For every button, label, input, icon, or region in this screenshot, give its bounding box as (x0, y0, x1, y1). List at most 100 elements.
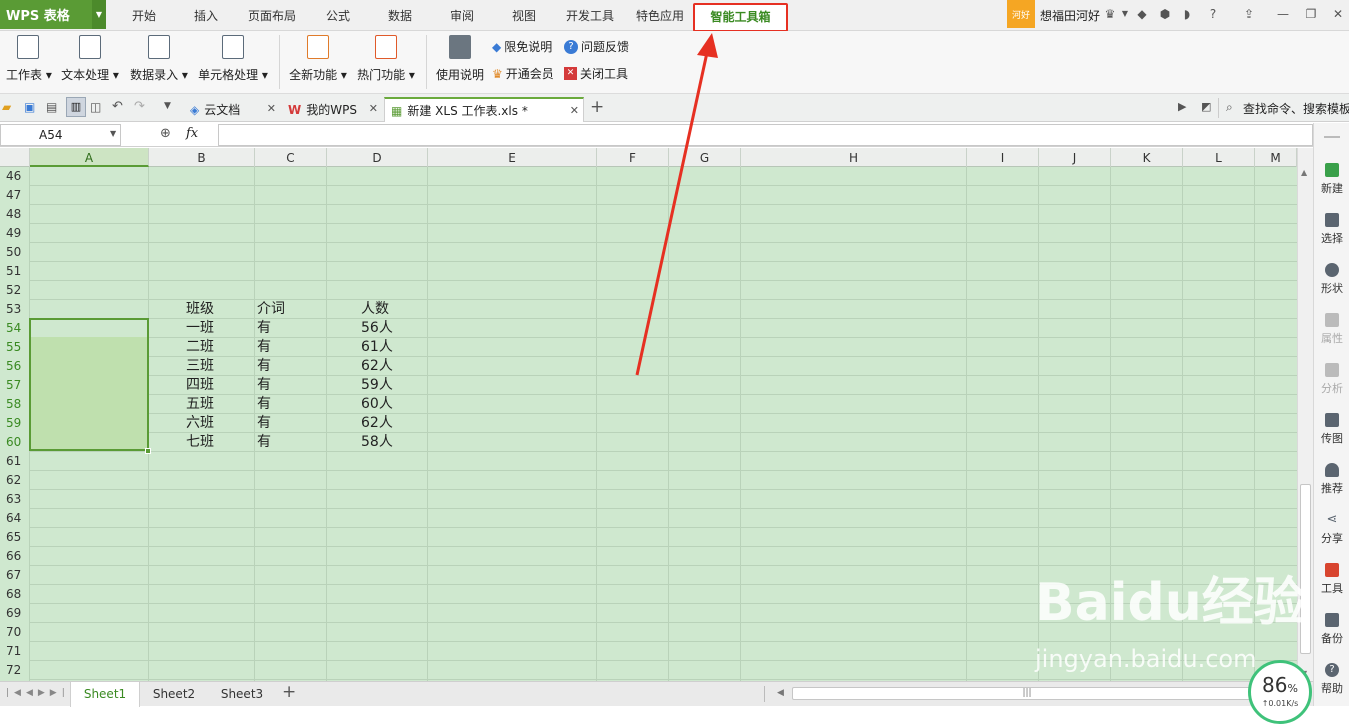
save-icon[interactable]: ▣ (24, 100, 35, 114)
horizontal-scrollbar[interactable]: ||| (792, 687, 1262, 700)
column-header-b[interactable]: B (149, 148, 255, 167)
doc-tab-mywps[interactable]: W 我的WPS ✕ (282, 97, 382, 122)
column-header-k[interactable]: K (1111, 148, 1183, 167)
active-cell[interactable] (31, 320, 147, 337)
share-icon[interactable]: ◗ (1180, 7, 1194, 21)
row-header[interactable]: 50 (0, 243, 29, 262)
sidebar-item-help[interactable]: ? 帮助 (1314, 663, 1349, 696)
row-header[interactable]: 66 (0, 547, 29, 566)
column-header-j[interactable]: J (1039, 148, 1111, 167)
table-cell[interactable]: 有 (257, 376, 271, 395)
column-header-g[interactable]: G (669, 148, 741, 167)
table-cell[interactable]: 有 (257, 433, 271, 452)
table-cell[interactable]: 有 (257, 395, 271, 414)
row-header[interactable]: 59 (0, 414, 29, 433)
fill-handle[interactable] (145, 448, 151, 454)
add-sheet-icon[interactable]: + (282, 682, 296, 702)
minimize-icon[interactable]: — (1276, 7, 1290, 21)
row-header[interactable]: 65 (0, 528, 29, 547)
table-header-cell[interactable]: 人数 (361, 300, 389, 319)
settings-icon[interactable]: ⬢ (1158, 7, 1172, 21)
row-header[interactable]: 54 (0, 319, 29, 338)
chevron-down-icon[interactable]: ▼ (110, 129, 116, 138)
name-box[interactable]: A54 (0, 124, 121, 146)
app-menu-button[interactable]: WPS 表格 ▼ (0, 0, 106, 29)
limit-free-link[interactable]: ◆ 限免说明 (492, 38, 552, 55)
data-entry-button[interactable]: 数据录入 ▾ (129, 35, 189, 83)
doc-tab-cloud[interactable]: ◈ 云文档 ✕ (184, 97, 280, 122)
new-tab-icon[interactable]: + (590, 97, 604, 117)
sidebar-item-properties[interactable]: 属性 (1314, 313, 1349, 346)
sidebar-item-backup[interactable]: 备份 (1314, 613, 1349, 646)
member-link[interactable]: ♛ 开通会员 (492, 65, 554, 82)
column-header-m[interactable]: M (1255, 148, 1297, 167)
tab-developer[interactable]: 开发工具 (560, 0, 620, 30)
tab-start[interactable]: 开始 (122, 0, 166, 30)
row-header[interactable]: 52 (0, 281, 29, 300)
row-header[interactable]: 46 (0, 167, 29, 186)
table-cell[interactable]: 有 (257, 338, 271, 357)
table-cell[interactable]: 62人 (361, 357, 393, 376)
chevron-down-icon[interactable]: ▼ (164, 101, 171, 111)
chevron-down-icon[interactable]: ▼ (92, 0, 106, 29)
sidebar-item-analyze[interactable]: 分析 (1314, 363, 1349, 396)
formula-input[interactable] (218, 124, 1313, 146)
user-name[interactable]: 想福田河好 (1040, 7, 1100, 24)
column-header-e[interactable]: E (428, 148, 597, 167)
row-header[interactable]: 49 (0, 224, 29, 243)
pin-icon[interactable]: ◩ (1201, 100, 1211, 113)
sheet-tab-2[interactable]: Sheet2 (140, 682, 208, 707)
column-header-l[interactable]: L (1183, 148, 1255, 167)
table-cell[interactable]: 六班 (186, 414, 214, 433)
play-icon[interactable]: ▶ (1178, 100, 1186, 113)
table-cell[interactable]: 61人 (361, 338, 393, 357)
open-folder-icon[interactable]: ▰ (2, 100, 11, 114)
worksheet-button[interactable]: 工作表 ▾ (6, 35, 52, 83)
network-speed-widget[interactable]: 86% ↑0.01K/s (1248, 660, 1312, 724)
table-cell[interactable]: 七班 (186, 433, 214, 452)
export-pdf-icon[interactable]: ▤ (46, 100, 57, 114)
sheet-nav-arrows[interactable]: |◀◀▶▶| (6, 688, 70, 698)
close-icon[interactable]: ✕ (369, 102, 378, 115)
row-header[interactable]: 61 (0, 452, 29, 471)
sidebar-item-new[interactable]: 新建 (1314, 163, 1349, 196)
zoom-search-icon[interactable]: ⊕ (160, 126, 171, 141)
table-header-cell[interactable]: 介词 (257, 300, 285, 319)
tab-data[interactable]: 数据 (378, 0, 422, 30)
close-icon[interactable]: ✕ (267, 102, 276, 115)
tab-insert[interactable]: 插入 (184, 0, 228, 30)
sidebar-handle[interactable] (1324, 136, 1340, 138)
row-header[interactable]: 53 (0, 300, 29, 319)
tab-smart-toolbox[interactable]: 智能工具箱 (693, 3, 788, 32)
table-cell[interactable]: 有 (257, 319, 271, 338)
column-header-a[interactable]: A (30, 148, 149, 167)
undo-icon[interactable]: ↶ (112, 99, 123, 114)
fx-icon[interactable]: fx (186, 126, 198, 141)
table-cell[interactable]: 59人 (361, 376, 393, 395)
close-tool-link[interactable]: ✕ 关闭工具 (564, 65, 628, 82)
row-header[interactable]: 64 (0, 509, 29, 528)
print-preview-icon[interactable]: ◫ (90, 100, 101, 114)
tab-review[interactable]: 审阅 (440, 0, 484, 30)
row-header[interactable]: 71 (0, 642, 29, 661)
print-icon[interactable]: ▥ (66, 97, 86, 117)
row-header[interactable]: 63 (0, 490, 29, 509)
sidebar-item-upload-image[interactable]: 传图 (1314, 413, 1349, 446)
feedback-link[interactable]: ? 问题反馈 (564, 38, 629, 55)
column-header-f[interactable]: F (597, 148, 669, 167)
table-cell[interactable]: 四班 (186, 376, 214, 395)
command-search-input[interactable]: 查找命令、搜索模板 (1243, 100, 1349, 117)
row-header[interactable]: 55 (0, 338, 29, 357)
sheet-tab-1[interactable]: Sheet1 (70, 682, 140, 707)
column-header-d[interactable]: D (327, 148, 428, 167)
sidebar-item-share[interactable]: ⋖ 分享 (1314, 513, 1349, 546)
selection-range[interactable] (29, 318, 149, 451)
user-avatar[interactable]: 河好 (1007, 0, 1035, 28)
table-cell[interactable]: 有 (257, 414, 271, 433)
table-header-cell[interactable]: 班级 (186, 300, 214, 319)
row-header[interactable]: 70 (0, 623, 29, 642)
sheet-tab-3[interactable]: Sheet3 (208, 682, 276, 707)
row-header[interactable]: 60 (0, 433, 29, 452)
row-header[interactable]: 56 (0, 357, 29, 376)
table-cell[interactable]: 有 (257, 357, 271, 376)
